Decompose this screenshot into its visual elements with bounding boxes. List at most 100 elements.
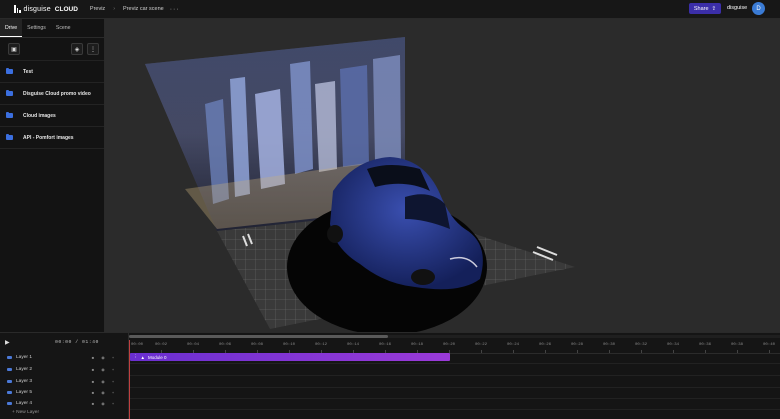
lock-icon[interactable]: ■ [88, 355, 98, 360]
module-clip[interactable]: ⋮ ▲ Module 0 [130, 353, 450, 361]
clip-handle-icon[interactable]: ⋮ [133, 354, 138, 360]
layer-row[interactable]: Layer 1 ■ ◉ + [0, 352, 128, 363]
ruler-tick [609, 350, 610, 353]
layer-icon [7, 356, 12, 359]
lock-icon[interactable]: ■ [88, 401, 98, 406]
sidebar-tabs: Drive Settings Scene [0, 19, 104, 38]
logo[interactable]: disguise CLOUD [14, 5, 78, 13]
lock-icon[interactable]: ■ [88, 390, 98, 395]
layer-panel: ▶ 00:00 / 01:40 Layer 1 ■ ◉ + Layer 2 ■ … [0, 333, 129, 419]
eye-icon[interactable]: ◉ [98, 379, 108, 384]
folder-plus-icon: ▣ [11, 46, 17, 53]
vertical-dots-icon: ⋮ [90, 46, 96, 53]
avatar[interactable]: D [752, 2, 765, 15]
tab-drive[interactable]: Drive [0, 19, 23, 37]
module-icon: ▲ [140, 354, 145, 360]
tag-icon: ◈ [74, 46, 80, 53]
layer-label: Layer 2 [16, 367, 32, 372]
ruler-tick-label: 00:36 [699, 343, 712, 347]
tab-settings[interactable]: Settings [22, 19, 51, 37]
drive-toolbar: ▣ ◈ ⋮ [0, 38, 104, 61]
breadcrumb-item-previz[interactable]: Previz [90, 6, 105, 12]
folder-icon [6, 112, 13, 118]
clip-label: Module 0 [147, 354, 167, 360]
ruler-tick-label: 00:22 [475, 343, 488, 347]
ruler-tick-label: 00:26 [539, 343, 552, 347]
ruler-tick-label: 00:40 [763, 343, 776, 347]
add-icon[interactable]: + [108, 355, 118, 360]
ruler-tick [705, 350, 706, 353]
breadcrumb-item-scene[interactable]: Previz car scene [123, 6, 164, 12]
new-layer-button[interactable]: + New Layer [12, 410, 39, 415]
eye-icon[interactable]: ◉ [98, 367, 108, 372]
ruler-tick [673, 350, 674, 353]
ruler-tick [513, 350, 514, 353]
lock-icon[interactable]: ■ [88, 379, 98, 384]
eye-icon[interactable]: ◉ [98, 401, 108, 406]
ruler-tick-label: 00:18 [411, 343, 424, 347]
folder-item-promo-video[interactable]: Disguise Cloud promo video [0, 83, 104, 105]
user-name[interactable]: disguise [727, 5, 747, 11]
scene-render [145, 37, 575, 332]
share-button[interactable]: Share ⇪ [689, 3, 721, 14]
chevron-right-icon: › [113, 6, 116, 12]
folder-item-test[interactable]: Test [0, 61, 104, 83]
add-icon[interactable]: + [108, 390, 118, 395]
folder-item-pomfort-images[interactable]: API - Pomfort images [0, 127, 104, 149]
tag-button[interactable]: ◈ [71, 43, 83, 55]
menu-button[interactable]: ⋮ [87, 43, 99, 55]
layer-label: Layer 4 [16, 401, 32, 406]
ruler-tick-label: 00:32 [635, 343, 648, 347]
track-divider [129, 387, 780, 388]
layer-icon [7, 368, 12, 371]
add-icon[interactable]: + [108, 379, 118, 384]
ruler-tick [481, 350, 482, 353]
ruler-tick-label: 00:02 [155, 343, 168, 347]
ruler-tick-label: 00:20 [443, 343, 456, 347]
ruler-tick-label: 00:38 [731, 343, 744, 347]
logo-cloud-text: CLOUD [54, 5, 78, 13]
add-folder-button[interactable]: ▣ [8, 43, 20, 55]
layer-row[interactable]: Layer 2 ■ ◉ + [0, 364, 128, 375]
sidebar: Drive Settings Scene ▣ ◈ ⋮ Test Disguise… [0, 19, 105, 332]
scene-viewport[interactable] [105, 19, 780, 332]
lock-icon[interactable]: ■ [88, 367, 98, 372]
track-divider [129, 363, 780, 364]
play-icon[interactable]: ▶ [5, 339, 10, 346]
timeline: ▶ 00:00 / 01:40 Layer 1 ■ ◉ + Layer 2 ■ … [0, 332, 780, 419]
timecode: 00:00 / 01:40 [55, 340, 99, 345]
track-divider [129, 375, 780, 376]
logo-text: disguise [23, 5, 51, 13]
layer-row[interactable]: Layer 3 ■ ◉ + [0, 376, 128, 387]
more-options-icon[interactable]: ··· [170, 6, 180, 13]
ruler-tick-label: 00:10 [283, 343, 296, 347]
add-icon[interactable]: + [108, 367, 118, 372]
add-icon[interactable]: + [108, 401, 118, 406]
ruler-tick-label: 00:14 [347, 343, 360, 347]
top-bar: disguise CLOUD Previz › Previz car scene… [0, 0, 780, 19]
ruler-tick-label: 00:08 [251, 343, 264, 347]
layer-row[interactable]: Layer 4 ■ ◉ + [0, 398, 128, 409]
layer-icon [7, 391, 12, 394]
ruler-tick [545, 350, 546, 353]
ruler-tick-label: 00:28 [571, 343, 584, 347]
layer-label: Layer 1 [16, 355, 32, 360]
ruler-tick-label: 00:16 [379, 343, 392, 347]
track-divider [129, 398, 780, 399]
folder-label: Cloud images [23, 112, 56, 119]
tab-scene[interactable]: Scene [51, 19, 76, 37]
layer-row[interactable]: Layer 5 ■ ◉ + [0, 387, 128, 398]
playhead[interactable] [129, 340, 130, 419]
eye-icon[interactable]: ◉ [98, 355, 108, 360]
ruler-tick-label: 00:12 [315, 343, 328, 347]
logo-icon [14, 5, 21, 13]
ruler-tick-label: 00:04 [187, 343, 200, 347]
timeline-tracks[interactable]: 00:00 00:02 00:04 00:06 00:08 00:10 00:12 00:14… [129, 333, 780, 419]
track-divider [129, 409, 780, 410]
timeline-scroll-thumb[interactable] [129, 335, 388, 338]
eye-icon[interactable]: ◉ [98, 390, 108, 395]
ruler-tick-label: 00:00 [131, 343, 144, 347]
folder-item-cloud-images[interactable]: Cloud images [0, 105, 104, 127]
ruler-tick-label: 00:34 [667, 343, 680, 347]
folder-label: Test [23, 68, 33, 75]
